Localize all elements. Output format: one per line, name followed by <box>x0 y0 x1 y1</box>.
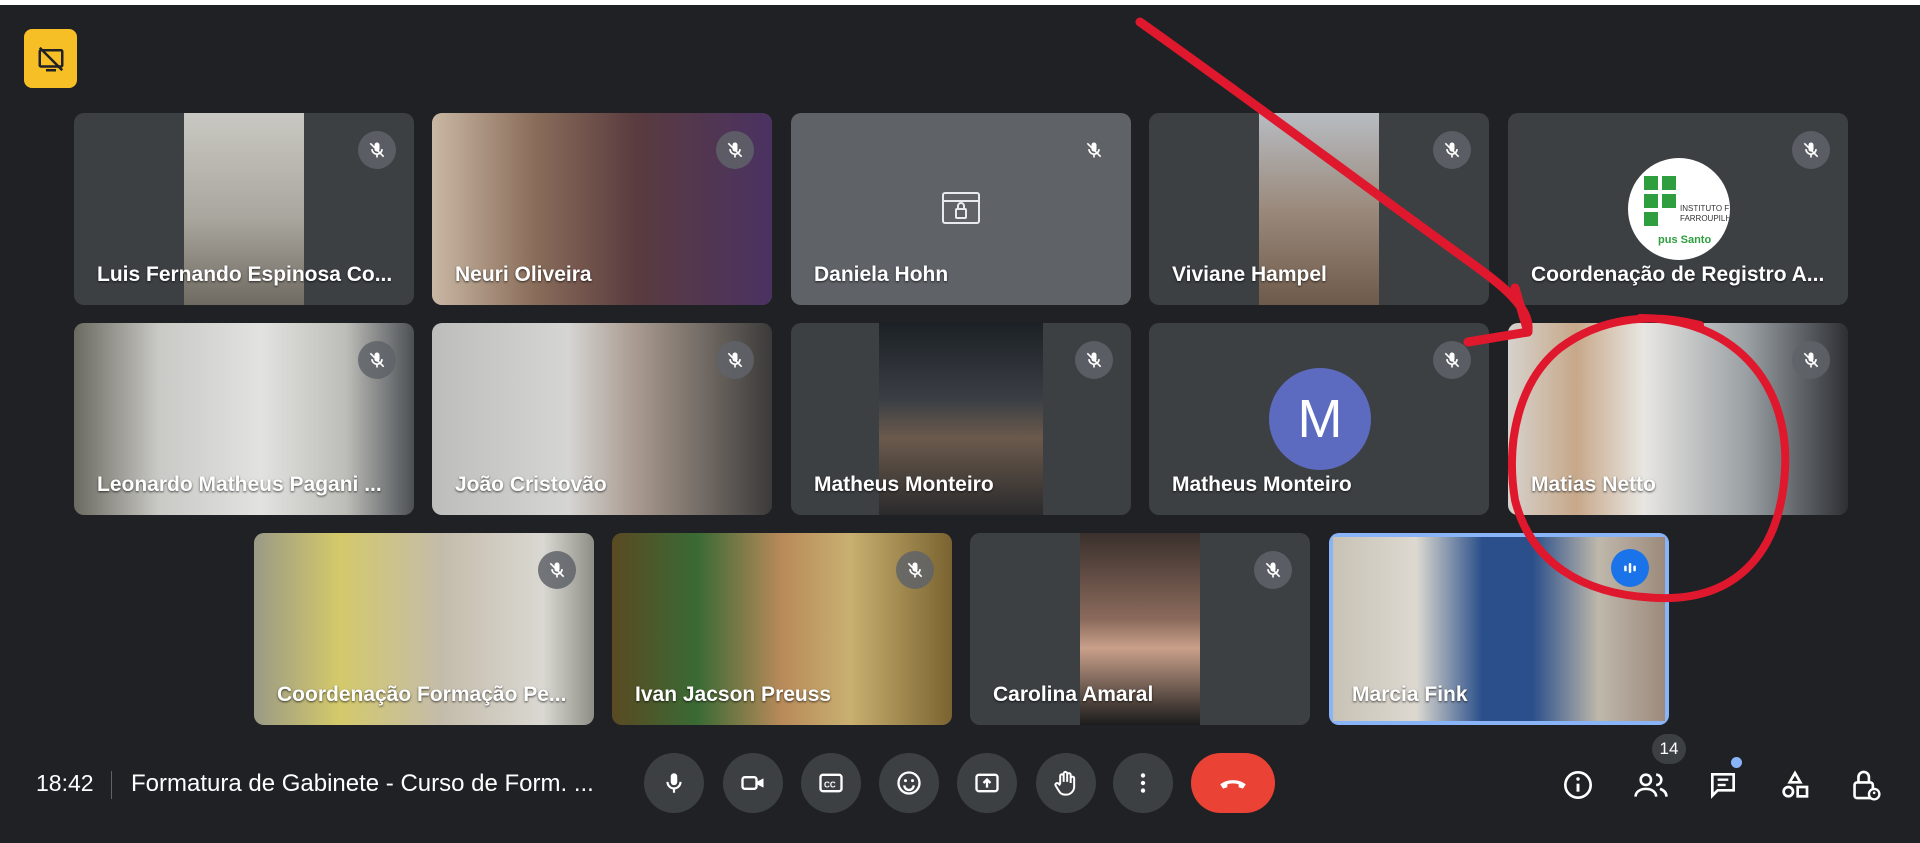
participant-name: Matheus Monteiro <box>1172 473 1352 496</box>
participant-name: Viviane Hampel <box>1172 263 1327 286</box>
mic-off-icon <box>1254 551 1292 589</box>
mic-off-icon <box>1433 131 1471 169</box>
activities-button[interactable] <box>1775 765 1815 805</box>
participant-count-badge: 14 <box>1652 734 1686 764</box>
participant-tile[interactable]: Carolina Amaral <box>970 533 1310 725</box>
raise-hand-button[interactable] <box>1036 753 1096 813</box>
mic-off-icon <box>1792 341 1830 379</box>
hangup-icon <box>1220 780 1246 789</box>
mic-off-icon <box>1433 341 1471 379</box>
svg-text:pus Santo: pus Santo <box>1658 234 1711 246</box>
chat-button[interactable] <box>1703 765 1743 805</box>
camera-button[interactable] <box>723 753 783 813</box>
audio-level-icon <box>1611 549 1649 587</box>
participant-tile[interactable]: Ivan Jacson Preuss <box>612 533 952 725</box>
participant-tile[interactable]: Matias Netto <box>1508 323 1848 515</box>
emoji-button[interactable] <box>879 753 939 813</box>
mic-off-icon <box>1792 131 1830 169</box>
participant-name: Matheus Monteiro <box>814 473 994 496</box>
present-button[interactable] <box>957 753 1017 813</box>
participant-tile[interactable]: Coordenação Formação Pe... <box>254 533 594 725</box>
mic-off-icon <box>716 341 754 379</box>
svg-text:CC: CC <box>824 781 836 790</box>
participant-tile[interactable]: Neuri Oliveira <box>432 113 772 305</box>
participant-tile[interactable]: INSTITUTO F FARROUPILH pus Santo Coorden… <box>1508 113 1848 305</box>
activities-icon <box>1782 770 1809 798</box>
chat-icon <box>1711 773 1735 799</box>
meeting-details-button[interactable] <box>1558 765 1598 805</box>
camera-icon <box>741 776 764 790</box>
mic-off-icon <box>1075 341 1113 379</box>
people-button[interactable] <box>1631 765 1671 805</box>
institution-logo: INSTITUTO F FARROUPILH pus Santo <box>1628 158 1730 260</box>
participant-name: Neuri Oliveira <box>455 263 592 286</box>
mic-off-icon <box>538 551 576 589</box>
participant-tile[interactable]: Viviane Hampel <box>1149 113 1489 305</box>
captions-button[interactable]: CC <box>801 753 861 813</box>
participant-tile-active-speaker[interactable]: Marcia Fink <box>1329 533 1669 725</box>
mic-icon <box>666 773 682 793</box>
more-icon <box>1140 773 1146 793</box>
participant-tile[interactable]: Matheus Monteiro <box>791 323 1131 515</box>
participant-name: Coordenação Formação Pe... <box>277 683 567 706</box>
participant-name: Marcia Fink <box>1352 683 1468 706</box>
info-icon <box>1564 771 1592 799</box>
participant-name: Ivan Jacson Preuss <box>635 683 832 706</box>
bottom-bar: 18:42 Formatura de Gabinete - Curso de F… <box>0 734 1920 843</box>
participant-name: Matias Netto <box>1531 473 1656 496</box>
more-options-button[interactable] <box>1113 753 1173 813</box>
participant-name: Daniela Hohn <box>814 263 949 286</box>
participant-name: Luis Fernando Espinosa Co... <box>97 263 393 286</box>
mic-off-icon <box>358 131 396 169</box>
host-controls-button[interactable] <box>1845 765 1885 805</box>
no-display-icon <box>38 46 63 71</box>
participant-name: Leonardo Matheus Pagani ... <box>97 473 382 496</box>
svg-text:INSTITUTO F: INSTITUTO F <box>1680 204 1729 213</box>
leave-call-button[interactable] <box>1191 753 1275 813</box>
participant-name: Carolina Amaral <box>993 683 1154 706</box>
participant-name: Coordenação de Registro A... <box>1531 263 1825 286</box>
clock: 18:42 <box>36 770 94 796</box>
browser-lock-icon <box>942 192 980 224</box>
participant-tile[interactable]: M Matheus Monteiro <box>1149 323 1489 515</box>
participant-tile[interactable]: Daniela Hohn <box>791 113 1131 305</box>
participant-tile[interactable]: Luis Fernando Espinosa Co... <box>74 113 414 305</box>
avatar: M <box>1269 368 1371 470</box>
chat-notification-dot <box>1731 757 1742 768</box>
window-top-border <box>0 0 1920 5</box>
mic-off-icon <box>896 551 934 589</box>
mic-button[interactable] <box>644 753 704 813</box>
no-recording-badge[interactable] <box>24 29 77 88</box>
mic-off-icon <box>358 341 396 379</box>
host-controls-icon <box>1853 770 1881 801</box>
mic-off-icon <box>716 131 754 169</box>
raise-hand-icon <box>1054 771 1076 796</box>
participant-name: João Cristovão <box>455 473 607 496</box>
mic-off-icon <box>1075 131 1113 169</box>
people-icon <box>1634 773 1668 797</box>
svg-text:FARROUPILH: FARROUPILH <box>1680 214 1730 223</box>
meeting-title: Formatura de Gabinete - Curso de Form. .… <box>131 770 594 797</box>
emoji-icon <box>897 771 921 795</box>
divider <box>111 771 112 799</box>
participant-tile[interactable]: João Cristovão <box>432 323 772 515</box>
present-icon <box>975 773 999 793</box>
captions-icon: CC <box>819 773 843 793</box>
participant-tile[interactable]: Leonardo Matheus Pagani ... <box>74 323 414 515</box>
